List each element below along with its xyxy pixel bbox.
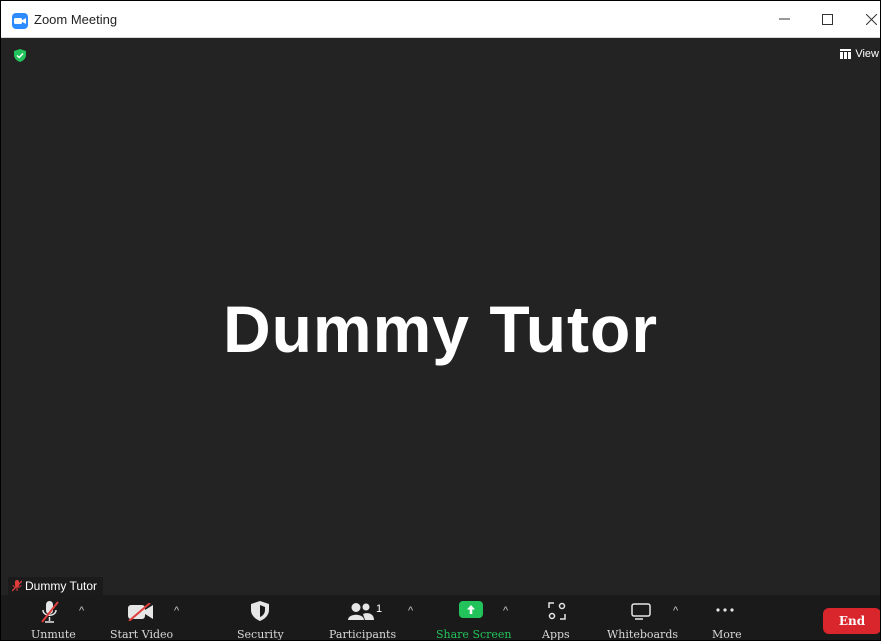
share-screen-label: Share Screen [436, 628, 512, 641]
participants-options-caret[interactable]: ^ [408, 605, 413, 617]
security-shield-icon [251, 601, 269, 621]
muted-mic-icon [12, 580, 22, 592]
zoom-window: Zoom Meeting View Dummy Tutor Dummy Tuto… [0, 0, 881, 641]
participant-display-name: Dummy Tutor [222, 292, 659, 366]
meeting-toolbar: ^ Unmute ^ Start Video Security 1 ^ Part… [1, 595, 880, 640]
participant-name-tag: Dummy Tutor [8, 577, 104, 595]
apps-icon [548, 602, 566, 620]
start-video-label: Start Video [110, 628, 174, 641]
unmute-button[interactable]: ^ Unmute [21, 595, 101, 640]
maximize-button[interactable] [807, 1, 847, 37]
meeting-video-area: View Dummy Tutor Dummy Tutor [1, 38, 880, 595]
view-button[interactable]: View [840, 48, 879, 60]
audio-options-caret[interactable]: ^ [79, 605, 84, 617]
participants-label: Participants [329, 628, 397, 641]
participants-count: 1 [376, 603, 383, 615]
whiteboards-label: Whiteboards [607, 628, 679, 641]
title-bar: Zoom Meeting [1, 1, 880, 38]
participants-button[interactable]: 1 ^ Participants [326, 595, 426, 640]
share-screen-button[interactable]: ^ Share Screen [433, 595, 533, 640]
share-screen-icon [459, 601, 483, 618]
start-video-button[interactable]: ^ Start Video [106, 595, 196, 640]
security-button[interactable]: Security [231, 595, 291, 640]
window-title: Zoom Meeting [34, 12, 118, 27]
participants-icon [348, 603, 374, 620]
whiteboards-options-caret[interactable]: ^ [673, 605, 678, 617]
more-dots-icon [716, 608, 734, 612]
share-options-caret[interactable]: ^ [503, 605, 508, 617]
video-off-icon [128, 603, 153, 621]
zoom-app-icon [12, 13, 28, 29]
whiteboard-icon [631, 603, 651, 620]
minimize-button[interactable] [764, 1, 804, 37]
more-button[interactable]: More [706, 595, 751, 640]
encryption-shield-icon[interactable] [14, 49, 26, 67]
apps-label: Apps [542, 628, 570, 641]
grid-view-icon [840, 49, 852, 59]
security-label: Security [237, 628, 284, 641]
unmute-label: Unmute [31, 628, 76, 641]
more-label: More [712, 628, 742, 641]
apps-button[interactable]: Apps [536, 595, 581, 640]
view-label: View [855, 48, 879, 60]
end-meeting-button[interactable]: End [823, 608, 880, 634]
muted-microphone-icon [41, 601, 59, 623]
close-button[interactable] [851, 1, 880, 37]
name-tag-label: Dummy Tutor [25, 579, 98, 593]
video-options-caret[interactable]: ^ [174, 605, 179, 617]
whiteboards-button[interactable]: ^ Whiteboards [601, 595, 696, 640]
